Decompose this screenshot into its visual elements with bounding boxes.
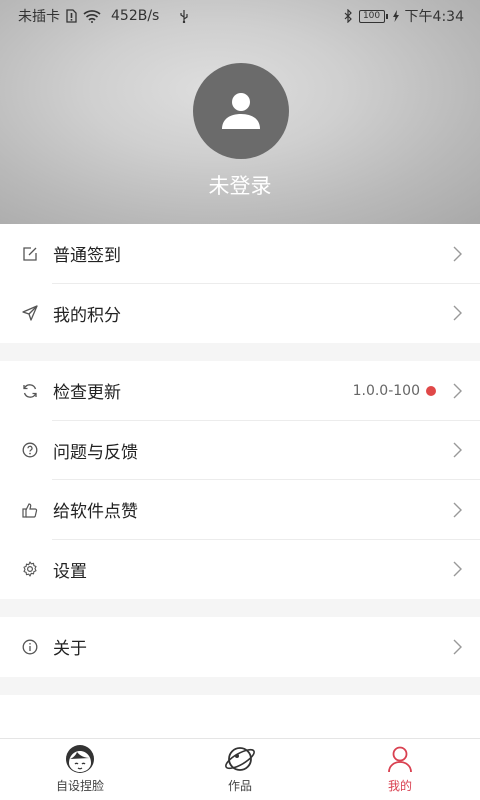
battery-icon: 100 <box>358 9 388 23</box>
charging-icon <box>392 10 399 22</box>
row-like-app[interactable]: 给软件点赞 <box>0 480 480 540</box>
carrier-text: 未插卡 <box>18 9 60 25</box>
nav-label: 我的 <box>387 779 412 793</box>
row-label: 检查更新 <box>53 383 121 404</box>
sim-alert-icon <box>66 9 77 23</box>
thumbs-up-icon <box>20 500 40 520</box>
clock-text: 下午4:34 <box>404 9 464 25</box>
planet-icon <box>224 743 256 775</box>
row-settings[interactable]: 设置 <box>0 540 480 600</box>
row-label: 问题与反馈 <box>53 442 138 463</box>
nav-tab-works[interactable]: 作品 <box>160 739 320 800</box>
nav-tab-mine[interactable]: 我的 <box>320 739 480 800</box>
chevron-right-icon <box>450 440 464 460</box>
update-badge-dot <box>426 385 436 396</box>
user-silhouette-icon <box>222 93 260 129</box>
chevron-right-icon <box>450 381 464 401</box>
face-avatar-icon <box>64 743 96 775</box>
nav-label: 自设捏脸 <box>55 779 104 793</box>
network-speed: 452B/s <box>111 8 160 24</box>
chevron-right-icon <box>450 303 464 323</box>
row-check-in[interactable]: 普通签到 <box>0 224 480 284</box>
group-about: 关于 <box>0 617 480 677</box>
row-about[interactable]: 关于 <box>0 617 480 677</box>
gear-icon <box>20 559 40 579</box>
chevron-right-icon <box>450 559 464 579</box>
login-status-text[interactable]: 未登录 <box>0 170 480 200</box>
settings-list: 普通签到 我的积分 检查更新 1.0.0-100 问题与反馈 给软件点赞 设置 … <box>0 224 480 695</box>
row-check-update[interactable]: 检查更新 1.0.0-100 <box>0 361 480 421</box>
send-icon <box>20 303 40 323</box>
avatar[interactable] <box>193 63 289 159</box>
bluetooth-icon <box>343 9 353 23</box>
profile-header: 未插卡 452B/s 100 下午4:34 未登录 <box>0 0 480 224</box>
info-icon <box>20 637 40 657</box>
battery-level: 100 <box>362 10 381 21</box>
row-label: 我的积分 <box>53 305 121 326</box>
group-app: 检查更新 1.0.0-100 问题与反馈 给软件点赞 设置 <box>0 361 480 599</box>
row-points[interactable]: 我的积分 <box>0 284 480 344</box>
status-bar: 未插卡 452B/s 100 下午4:34 <box>0 0 480 32</box>
row-label: 关于 <box>53 639 87 660</box>
section-divider <box>0 676 480 695</box>
usb-icon <box>179 9 189 23</box>
row-feedback[interactable]: 问题与反馈 <box>0 421 480 481</box>
chevron-right-icon <box>450 244 464 264</box>
nav-label: 作品 <box>227 779 252 793</box>
chevron-right-icon <box>450 637 464 657</box>
wifi-icon <box>83 9 101 23</box>
section-divider <box>0 599 480 617</box>
section-divider <box>0 343 480 361</box>
edit-icon <box>20 244 40 264</box>
row-label: 普通签到 <box>53 246 121 267</box>
question-icon <box>20 440 40 460</box>
group-account: 普通签到 我的积分 <box>0 224 480 343</box>
row-label: 给软件点赞 <box>53 502 138 523</box>
version-text: 1.0.0-100 <box>352 382 420 399</box>
row-label: 设置 <box>53 561 87 582</box>
bottom-nav: 自设捏脸 作品 我的 <box>0 738 480 800</box>
nav-tab-face[interactable]: 自设捏脸 <box>0 739 160 800</box>
person-icon <box>384 743 416 775</box>
chevron-right-icon <box>450 500 464 520</box>
refresh-icon <box>20 381 40 401</box>
